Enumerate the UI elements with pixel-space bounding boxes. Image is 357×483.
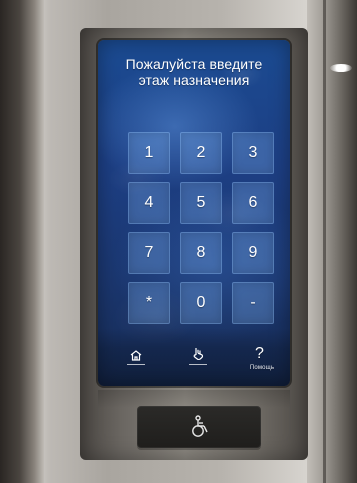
key-4[interactable]: 4 — [128, 182, 170, 224]
key-8[interactable]: 8 — [180, 232, 222, 274]
question-mark-icon: ? — [255, 345, 264, 362]
home-icon — [129, 348, 143, 362]
key-6-label: 6 — [248, 194, 258, 211]
key-7[interactable]: 7 — [128, 232, 170, 274]
light-reflection — [330, 64, 352, 72]
key-0[interactable]: 0 — [180, 282, 222, 324]
home-underline — [127, 364, 145, 365]
key-9[interactable]: 9 — [232, 232, 274, 274]
right-wall-shadow — [307, 0, 357, 483]
key-1-label: 1 — [144, 144, 154, 161]
touch-underline — [189, 364, 207, 365]
floor-keypad: 1 2 3 4 5 6 7 8 9 * 0 - — [128, 132, 278, 324]
left-wall-shadow — [0, 0, 44, 483]
prompt-line-2: этаж назначения — [138, 72, 250, 88]
key-dash-label: - — [250, 294, 256, 311]
destination-prompt: Пожалуйста введите этаж назначения — [98, 56, 290, 88]
key-9-label: 9 — [248, 244, 258, 261]
key-star[interactable]: * — [128, 282, 170, 324]
key-0-label: 0 — [196, 294, 206, 311]
key-dash[interactable]: - — [232, 282, 274, 324]
key-4-label: 4 — [144, 194, 154, 211]
help-label: Помощь — [249, 365, 275, 371]
help-button[interactable]: ? Помощь — [248, 346, 276, 376]
prompt-line-1: Пожалуйста введите — [125, 56, 263, 72]
key-1[interactable]: 1 — [128, 132, 170, 174]
wheelchair-icon — [187, 413, 213, 439]
key-3[interactable]: 3 — [232, 132, 274, 174]
touch-button[interactable] — [184, 346, 212, 376]
key-8-label: 8 — [196, 244, 206, 261]
key-3-label: 3 — [248, 144, 258, 161]
touchscreen-display: Пожалуйста введите этаж назначения 1 2 3… — [98, 40, 290, 386]
key-7-label: 7 — [144, 244, 154, 261]
key-5[interactable]: 5 — [180, 182, 222, 224]
home-button[interactable] — [122, 348, 150, 378]
key-5-label: 5 — [196, 194, 206, 211]
key-star-label: * — [145, 294, 153, 311]
key-2[interactable]: 2 — [180, 132, 222, 174]
accessibility-button[interactable] — [137, 406, 261, 448]
hand-pointer-icon — [190, 346, 206, 362]
door-seam — [323, 0, 326, 483]
key-6[interactable]: 6 — [232, 182, 274, 224]
key-2-label: 2 — [196, 144, 206, 161]
